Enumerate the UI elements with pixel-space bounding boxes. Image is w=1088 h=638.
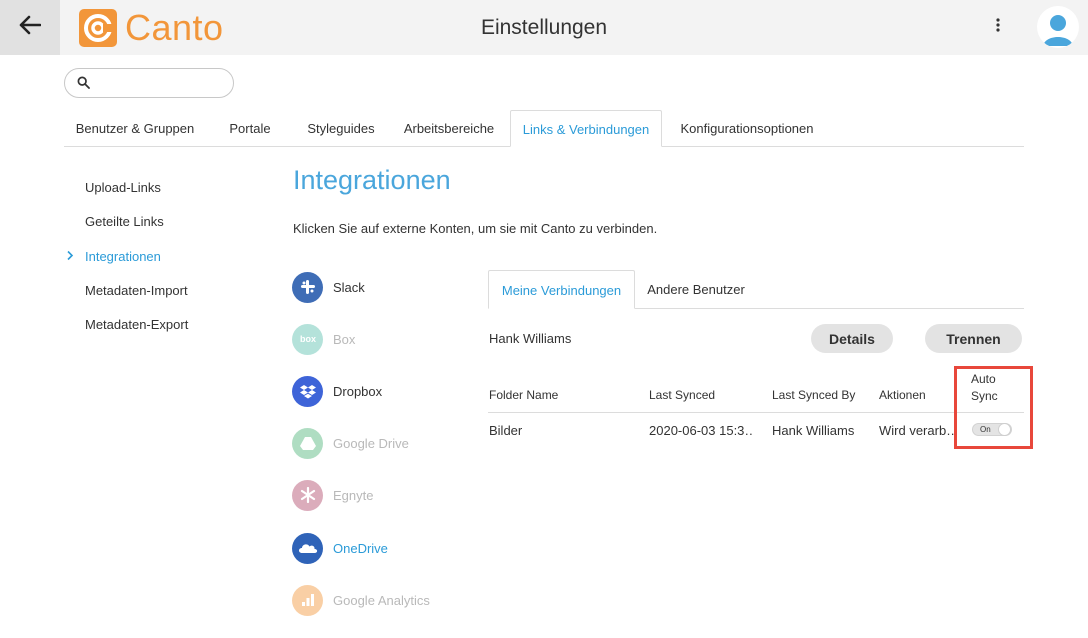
auto-sync-header-line1: Auto bbox=[971, 372, 996, 386]
tab-links-verbindungen[interactable]: Links & Verbindungen bbox=[510, 110, 662, 147]
box-icon: box bbox=[292, 323, 323, 355]
slack-icon bbox=[292, 271, 323, 303]
service-google-drive[interactable]: Google Drive bbox=[292, 427, 472, 459]
sidebar-item-geteilte-links[interactable]: Geteilte Links bbox=[85, 214, 164, 229]
tab-konfigurationsoptionen[interactable]: Konfigurationsoptionen bbox=[668, 110, 826, 147]
actions-cell: Wird verarb… bbox=[879, 423, 954, 438]
user-avatar-icon bbox=[1037, 15, 1079, 48]
svg-text:box: box bbox=[299, 334, 315, 344]
avatar[interactable] bbox=[1037, 6, 1079, 48]
tab-andere-benutzer[interactable]: Andere Benutzer bbox=[641, 270, 751, 309]
table-header-divider bbox=[488, 412, 1024, 413]
chevron-right-icon bbox=[66, 248, 74, 264]
column-header-folder-name: Folder Name bbox=[489, 388, 559, 402]
dropbox-icon bbox=[292, 375, 323, 407]
service-label: Slack bbox=[333, 279, 365, 295]
section-title: Integrationen bbox=[293, 165, 451, 195]
top-bar: Canto Einstellungen bbox=[0, 0, 1088, 55]
column-header-aktionen: Aktionen bbox=[879, 388, 926, 402]
last-synced-by-cell: Hank Williams bbox=[772, 423, 855, 438]
service-label: Box bbox=[333, 331, 356, 347]
back-button[interactable] bbox=[0, 0, 60, 55]
more-menu-button[interactable] bbox=[986, 15, 1010, 39]
column-header-auto-sync: Auto Sync bbox=[971, 371, 998, 405]
sidebar-item-metadaten-import[interactable]: Metadaten-Import bbox=[85, 283, 188, 298]
service-label: Egnyte bbox=[333, 487, 374, 503]
settings-tabs: Benutzer & Gruppen Portale Styleguides A… bbox=[64, 110, 1024, 147]
logo-text: Canto bbox=[125, 7, 224, 48]
column-header-last-synced: Last Synced bbox=[649, 388, 716, 402]
onedrive-icon bbox=[292, 532, 323, 564]
section-description: Klicken Sie auf externe Konten, um sie m… bbox=[293, 221, 658, 236]
service-label: Google Analytics bbox=[333, 592, 430, 608]
tab-benutzer-gruppen[interactable]: Benutzer & Gruppen bbox=[64, 110, 206, 147]
canto-logo-icon bbox=[79, 9, 117, 47]
column-header-last-synced-by: Last Synced By bbox=[772, 388, 856, 402]
tab-styleguides[interactable]: Styleguides bbox=[296, 110, 386, 147]
tab-arbeitsbereiche[interactable]: Arbeitsbereiche bbox=[394, 110, 504, 147]
service-label: Google Drive bbox=[333, 435, 409, 451]
service-label: OneDrive bbox=[333, 540, 388, 556]
service-box[interactable]: box Box bbox=[292, 323, 472, 355]
details-button[interactable]: Details bbox=[811, 324, 893, 353]
service-onedrive[interactable]: OneDrive bbox=[292, 532, 472, 564]
search-box bbox=[64, 68, 234, 98]
service-google-analytics[interactable]: Google Analytics bbox=[292, 584, 472, 616]
connected-user-name: Hank Williams bbox=[489, 331, 572, 346]
toggle-state-label: On bbox=[980, 425, 991, 434]
sidebar-item-integrationen[interactable]: Integrationen bbox=[85, 249, 161, 264]
egnyte-icon bbox=[292, 479, 323, 511]
auto-sync-header-line2: Sync bbox=[971, 389, 998, 403]
service-label: Dropbox bbox=[333, 383, 383, 399]
last-synced-cell: 2020-06-03 15:3… bbox=[649, 423, 753, 438]
disconnect-button[interactable]: Trennen bbox=[925, 324, 1022, 353]
tab-meine-verbindungen[interactable]: Meine Verbindungen bbox=[488, 270, 635, 309]
auto-sync-toggle[interactable]: On bbox=[972, 423, 1012, 436]
service-egnyte[interactable]: Egnyte bbox=[292, 479, 472, 511]
sidebar-item-metadaten-export[interactable]: Metadaten-Export bbox=[85, 317, 188, 332]
google-analytics-icon bbox=[292, 584, 323, 616]
service-slack[interactable]: Slack bbox=[292, 271, 472, 303]
arrow-left-icon bbox=[19, 15, 42, 40]
service-dropbox[interactable]: Dropbox bbox=[292, 375, 472, 407]
connection-tabs: Meine Verbindungen Andere Benutzer bbox=[488, 270, 1024, 309]
sidebar-item-upload-links[interactable]: Upload-Links bbox=[85, 180, 161, 195]
toggle-knob bbox=[998, 423, 1011, 436]
kebab-menu-icon bbox=[996, 17, 1000, 37]
folder-name-cell[interactable]: Bilder bbox=[489, 423, 639, 438]
google-drive-icon bbox=[292, 427, 323, 459]
canto-logo[interactable]: Canto bbox=[79, 9, 224, 47]
search-input[interactable] bbox=[97, 73, 227, 93]
tab-portale[interactable]: Portale bbox=[214, 110, 286, 147]
search-icon bbox=[77, 76, 90, 94]
